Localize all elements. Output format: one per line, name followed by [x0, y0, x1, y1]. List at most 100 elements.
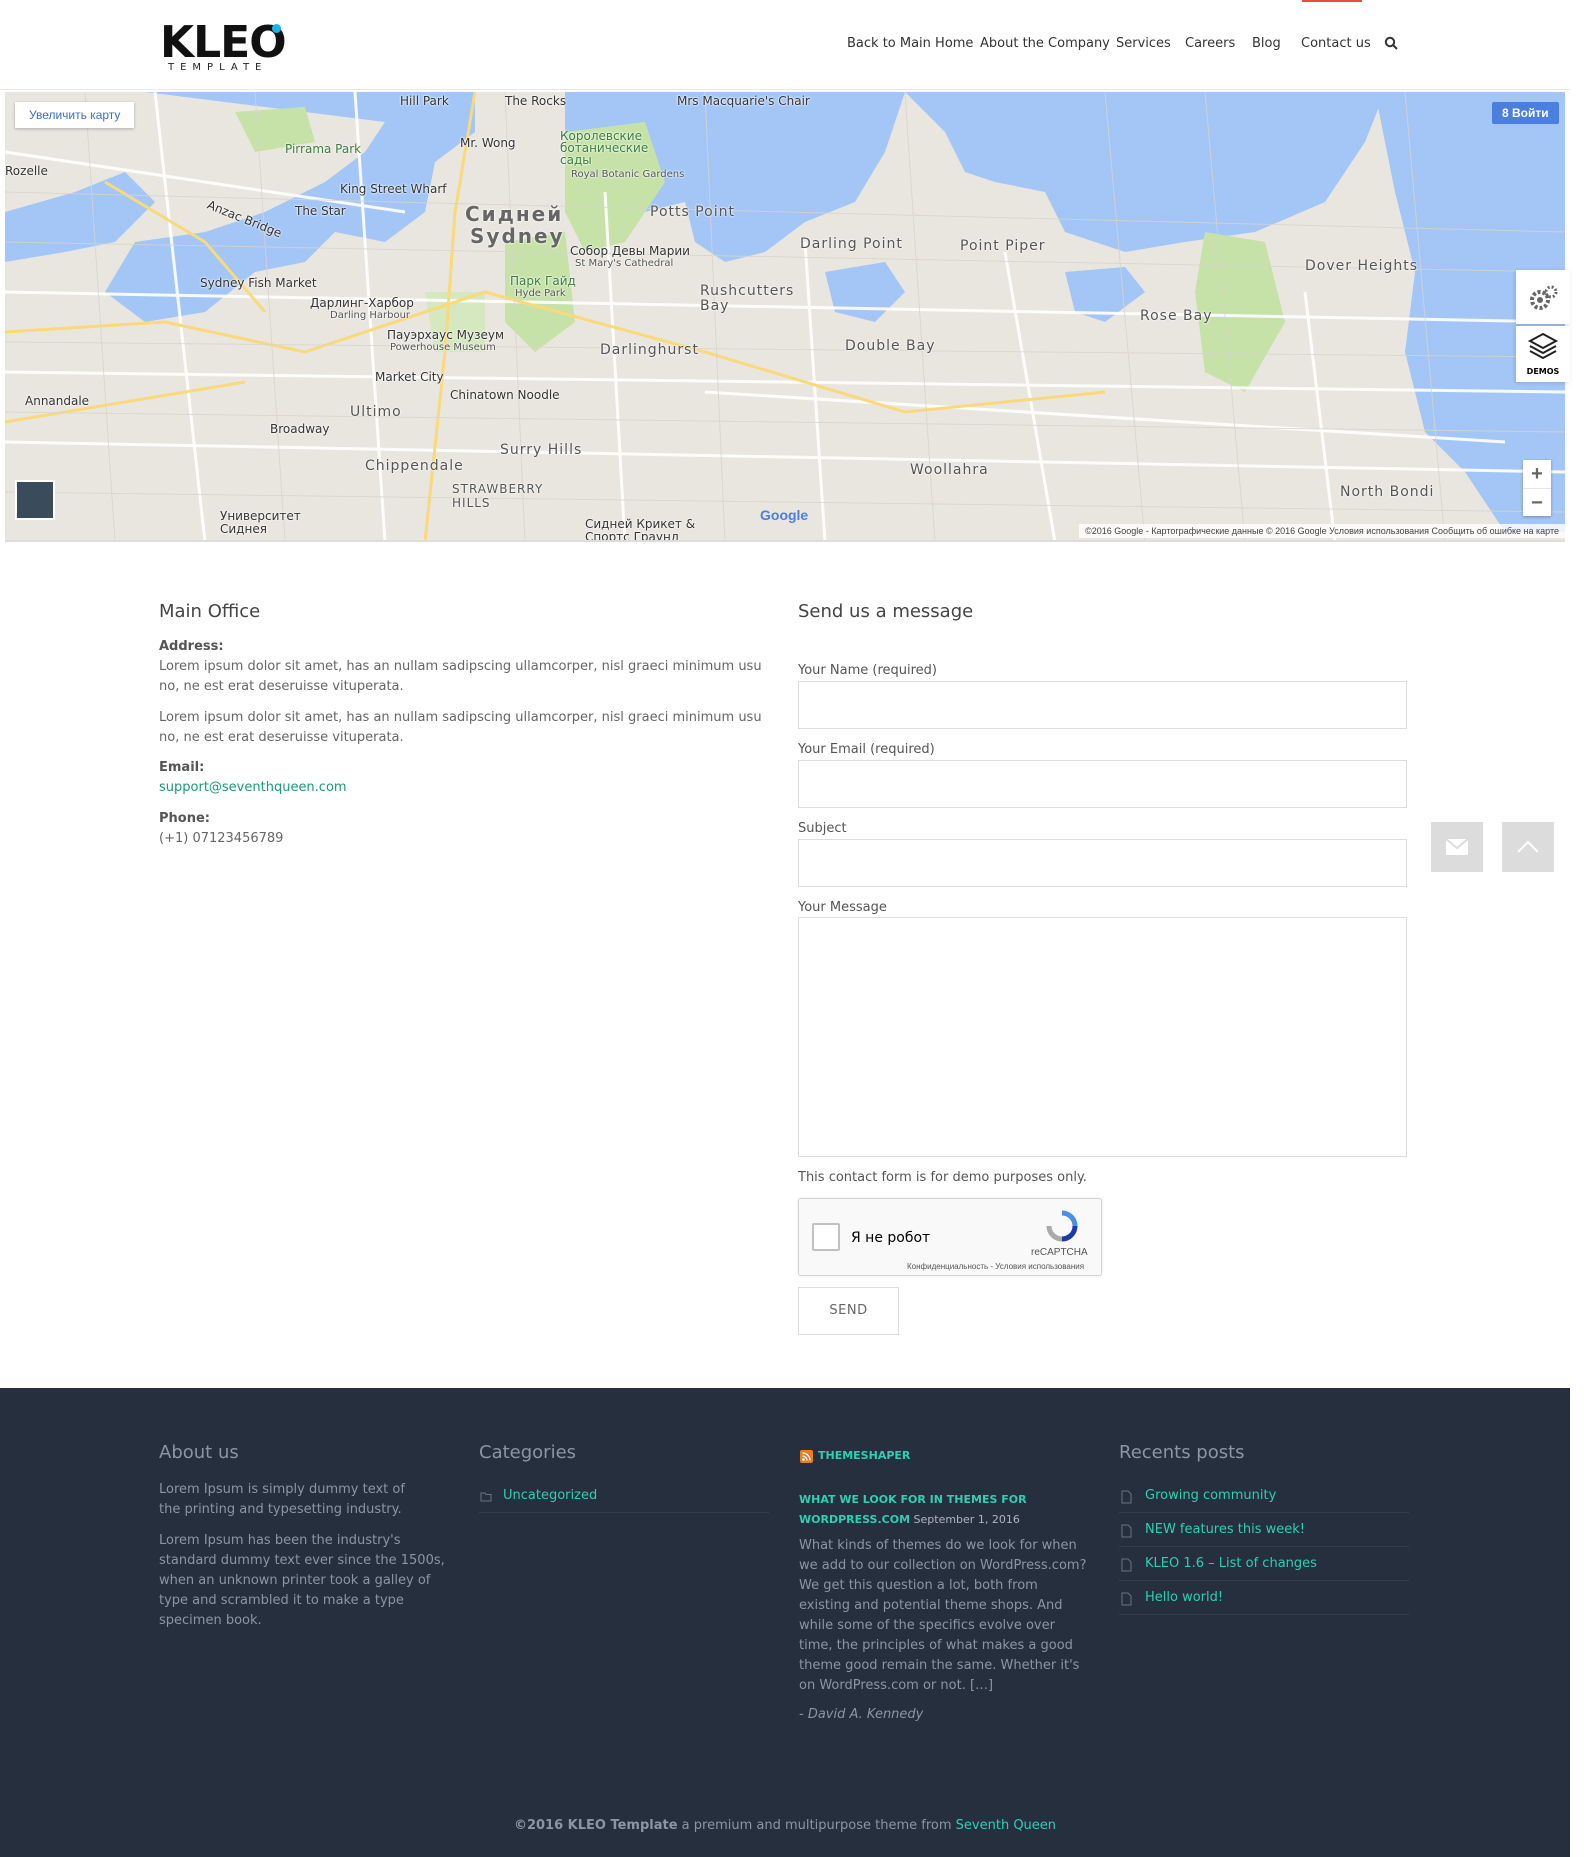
- nav-careers[interactable]: Careers: [1185, 36, 1235, 51]
- map-label: Rose Bay: [1140, 308, 1213, 324]
- street-view-thumbnail[interactable]: [15, 480, 55, 520]
- rss-post-author: - David A. Kennedy: [799, 1707, 924, 1722]
- recaptcha-brand: reCAPTCHA: [1031, 1247, 1088, 1258]
- map-label: Королевские ботанические сады: [560, 129, 649, 167]
- rss-post-body: What kinds of themes do we look for when…: [799, 1538, 1087, 1693]
- map-label: Сидней: [465, 202, 564, 226]
- map-label: King Street Wharf: [340, 182, 447, 196]
- enlarge-map-button[interactable]: Увеличить карту: [15, 102, 135, 128]
- name-field[interactable]: [798, 681, 1407, 729]
- nav-blog[interactable]: Blog: [1252, 36, 1281, 51]
- map-label: STRAWBERRY HILLS: [452, 482, 544, 510]
- rss-post-header: WHAT WE LOOK FOR IN THEMES FOR WORDPRESS…: [799, 1490, 1099, 1530]
- folder-icon: [480, 1492, 492, 1502]
- send-button[interactable]: SEND: [798, 1287, 899, 1335]
- map-label: Darling Point: [800, 236, 903, 252]
- demos-panel-toggle[interactable]: DEMOS: [1516, 326, 1570, 382]
- map-label: Chinatown Noodle: [450, 388, 560, 402]
- map-label: Broadway: [270, 422, 330, 436]
- divider: [1119, 1580, 1409, 1581]
- address-label: Address:: [159, 639, 224, 654]
- map-zoom-controls: + −: [1523, 460, 1551, 516]
- recent-post-link[interactable]: NEW features this week!: [1145, 1522, 1305, 1537]
- map-label: Annandale: [25, 394, 90, 408]
- office-title: Main Office: [159, 601, 261, 622]
- recent-post-link[interactable]: KLEO 1.6 – List of changes: [1145, 1556, 1317, 1571]
- map-label: Университет Сиднея: [220, 509, 301, 536]
- map-label: Сидней Крикет & Спортс Граунд Траст: [585, 517, 696, 542]
- settings-panel-toggle[interactable]: [1516, 270, 1570, 324]
- rss-post-date: September 1, 2016: [913, 1513, 1020, 1526]
- demos-label: DEMOS: [1526, 367, 1560, 376]
- recaptcha-label: Я не робот: [851, 1230, 931, 1246]
- recaptcha-logo-icon: [1046, 1210, 1078, 1242]
- recent-post-link[interactable]: Growing community: [1145, 1488, 1276, 1503]
- logo[interactable]: KLEO TEMPLATE: [160, 20, 287, 74]
- chevron-up-icon: [1517, 840, 1539, 853]
- copyright-link[interactable]: Seventh Queen: [956, 1818, 1056, 1833]
- search-icon[interactable]: [1384, 36, 1398, 50]
- message-field-label: Your Message: [798, 900, 887, 915]
- google-map[interactable]: Hill Park The Rocks Mrs Macquarie's Chai…: [5, 92, 1565, 542]
- map-label: Sydney: [470, 224, 565, 248]
- recent-post-link[interactable]: Hello world!: [1145, 1590, 1223, 1605]
- rss-feed-title[interactable]: THEMESHAPER: [818, 1446, 910, 1466]
- map-label: Rozelle: [5, 164, 48, 178]
- map-label: The Rocks: [505, 94, 567, 108]
- google-logo: Google: [760, 507, 809, 523]
- categories-title: Categories: [479, 1442, 577, 1463]
- zoom-out-button[interactable]: −: [1523, 488, 1551, 516]
- logo-subtitle: TEMPLATE: [168, 62, 268, 73]
- contact-popup-button[interactable]: [1431, 822, 1483, 872]
- subject-field[interactable]: [798, 839, 1407, 887]
- form-title: Send us a message: [798, 601, 974, 622]
- site-footer: About us Lorem Ipsum is simply dummy tex…: [0, 1388, 1570, 1857]
- map-label: Point Piper: [960, 238, 1046, 254]
- recaptcha-links[interactable]: Конфиденциальность - Условия использован…: [907, 1262, 1084, 1271]
- nav-contact-us[interactable]: Contact us: [1301, 36, 1371, 51]
- site-header: KLEO TEMPLATE Back to Main Home About th…: [0, 0, 1570, 90]
- nav-back-to-main-home[interactable]: Back to Main Home: [847, 36, 973, 51]
- divider: [1119, 1614, 1409, 1615]
- map-label: Woollahra: [910, 462, 989, 478]
- map-label: Парк Гайд: [510, 274, 576, 288]
- map-label: Ultimo: [350, 404, 402, 420]
- map-label: Dover Heights: [1305, 258, 1419, 274]
- message-field[interactable]: [798, 917, 1407, 1157]
- map-label: Mrs Macquarie's Chair: [677, 94, 810, 108]
- map-label: Hyde Park: [515, 288, 566, 299]
- nav-about-the-company[interactable]: About the Company: [980, 36, 1110, 51]
- document-icon: [1121, 1558, 1132, 1572]
- name-field-label: Your Name (required): [798, 663, 937, 678]
- phone-label: Phone:: [159, 811, 210, 826]
- map-label: Дарлинг-Харбор: [310, 296, 414, 310]
- address-line-2: Lorem ipsum dolor sit amet, has an nulla…: [159, 710, 762, 745]
- email-label: Email:: [159, 760, 205, 775]
- document-icon: [1121, 1524, 1132, 1538]
- map-attribution: ©2016 Google - Картографические данные ©…: [1079, 524, 1565, 538]
- phone-number: (+1) 07123456789: [159, 831, 284, 846]
- email-field[interactable]: [798, 760, 1407, 808]
- recent-posts-title: Recents posts: [1119, 1442, 1245, 1463]
- subject-field-label: Subject: [798, 821, 847, 836]
- recaptcha-checkbox[interactable]: [812, 1223, 840, 1251]
- copyright-text: a premium and multipurpose theme from: [677, 1818, 956, 1833]
- map-canvas[interactable]: [5, 92, 1565, 542]
- map-label: Hill Park: [400, 94, 449, 108]
- logo-dot: [272, 24, 281, 33]
- back-to-top-button[interactable]: [1502, 822, 1554, 872]
- map-label: Пауэрхаус Музеум: [387, 328, 505, 342]
- map-label: Darling Harbour: [330, 310, 411, 321]
- map-label: The Star: [295, 204, 346, 218]
- email-link[interactable]: support@seventhqueen.com: [159, 778, 764, 798]
- zoom-in-button[interactable]: +: [1523, 460, 1551, 488]
- map-label: Pirrama Park: [285, 142, 362, 156]
- rss-icon: [800, 1450, 813, 1463]
- about-text-1: Lorem Ipsum is simply dummy text of the …: [159, 1482, 405, 1517]
- map-label: Chippendale: [365, 458, 464, 474]
- address-line-1: Lorem ipsum dolor sit amet, has an nulla…: [159, 659, 762, 694]
- map-login-button[interactable]: 8 Войти: [1492, 102, 1559, 124]
- map-label: Собор Девы Марии: [570, 244, 690, 258]
- nav-services[interactable]: Services: [1116, 36, 1171, 51]
- category-link-uncategorized[interactable]: Uncategorized: [503, 1488, 597, 1503]
